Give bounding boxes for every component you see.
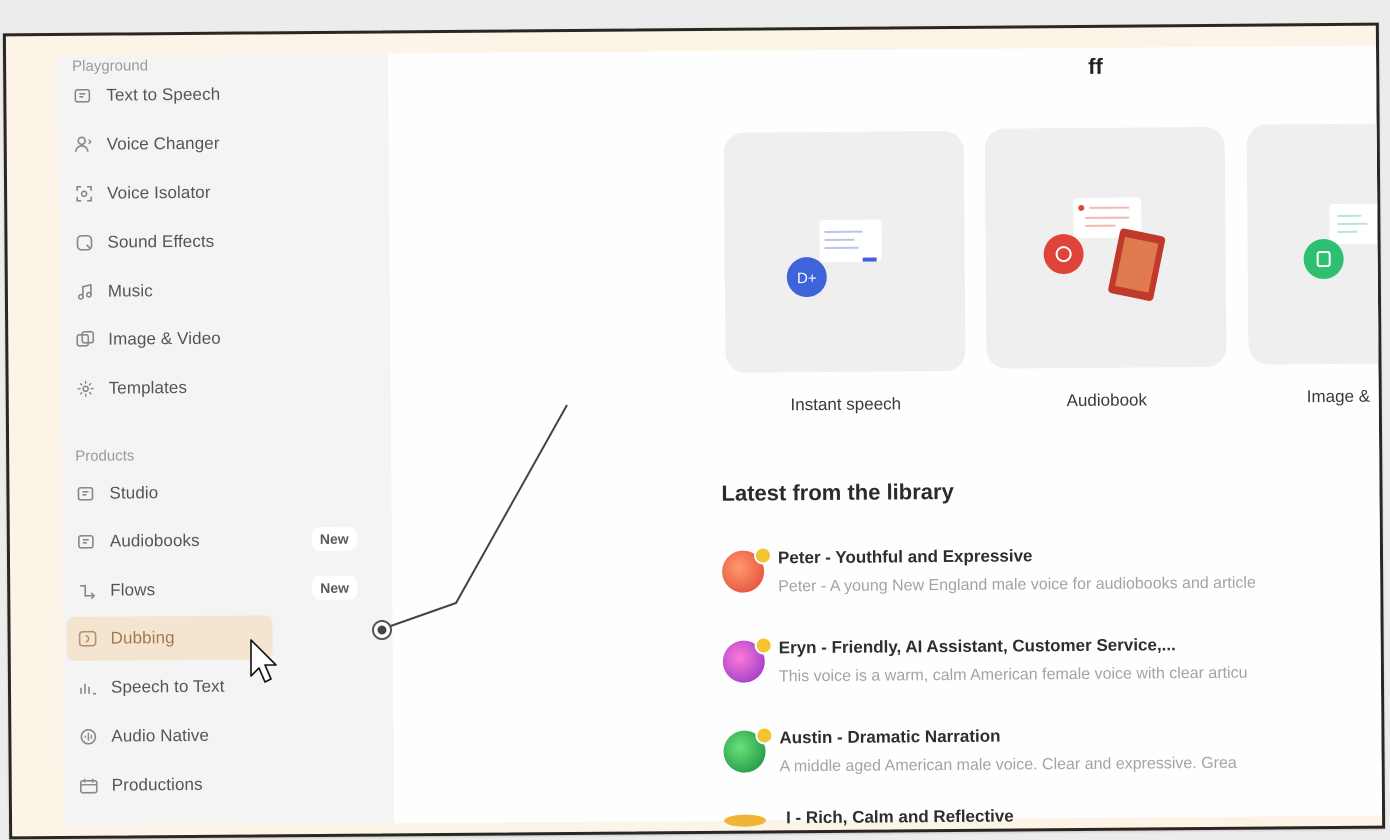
voice-avatar	[724, 814, 767, 827]
new-badge: New	[312, 575, 358, 601]
image-video-icon	[72, 329, 98, 351]
card-title: Image &	[1306, 386, 1371, 407]
text-to-speech-icon	[70, 85, 96, 107]
voice-name: Eryn - Friendly, AI Assistant, Customer …	[778, 635, 1176, 658]
sidebar-item-productions[interactable]: Productions	[74, 761, 384, 807]
image-illustration	[1303, 203, 1386, 280]
templates-icon	[73, 378, 99, 400]
sidebar-item-label: Image & Video	[108, 328, 221, 349]
sidebar-item-templates[interactable]: Templates	[70, 364, 380, 410]
audiobook-illustration	[1043, 197, 1166, 301]
sidebar-item-label: Sound Effects	[107, 231, 215, 252]
sidebar: Playground Text to Speech Voice Changer …	[58, 53, 395, 826]
voice-name: Austin - Dramatic Narration	[779, 726, 1001, 748]
library-title: Latest from the library	[721, 478, 954, 506]
sidebar-item-label: Dubbing	[110, 628, 175, 648]
voice-item[interactable]: Eryn - Friendly, AI Assistant, Customer …	[722, 635, 1383, 701]
sidebar-item-label: Flows	[110, 580, 156, 600]
sidebar-item-label: Productions	[111, 774, 203, 795]
audiobooks-icon	[74, 531, 100, 553]
sidebar-item-label: Speech to Text	[110, 676, 225, 697]
productions-icon	[76, 775, 102, 797]
sidebar-section-products: Products	[75, 447, 135, 465]
card-image[interactable]	[1246, 122, 1386, 365]
sound-effects-icon	[71, 232, 97, 254]
header-glyph: ff	[1088, 53, 1103, 79]
flows-icon	[74, 580, 100, 602]
verified-badge-icon	[753, 546, 773, 565]
verified-badge-icon	[754, 636, 773, 655]
instant-speech-illustration: D+	[786, 219, 882, 298]
sidebar-item-music[interactable]: Music	[70, 267, 380, 313]
sidebar-item-label: Audio Native	[111, 725, 210, 746]
verified-badge-icon	[755, 726, 774, 745]
sidebar-item-dubbing[interactable]: Dubbing	[66, 614, 382, 661]
studio-icon	[73, 483, 99, 505]
card-title: Instant speech	[790, 394, 902, 415]
sidebar-item-voice-isolator[interactable]: Voice Isolator	[69, 169, 379, 215]
sidebar-item-flows[interactable]: Flows New	[72, 566, 382, 612]
card-instant-speech[interactable]: D+	[723, 130, 966, 373]
voice-item[interactable]: I - Rich, Calm and Reflective	[724, 806, 1384, 840]
screenshot-frame: Playground Text to Speech Voice Changer …	[2, 22, 1386, 840]
sidebar-item-label: Text to Speech	[106, 84, 221, 105]
new-badge: New	[311, 526, 357, 552]
voice-description: A middle aged American male voice. Clear…	[779, 754, 1237, 776]
sidebar-item-label: Templates	[108, 377, 188, 398]
sidebar-item-image-video[interactable]: Image & Video	[70, 315, 380, 361]
sidebar-item-audio-native[interactable]: Audio Native	[73, 712, 383, 758]
sidebar-item-label: Voice Isolator	[107, 182, 211, 203]
voice-isolator-icon	[71, 183, 97, 205]
card-audiobook[interactable]	[984, 126, 1227, 369]
voice-description: This voice is a warm, calm American fema…	[778, 664, 1248, 686]
sidebar-item-label: Music	[107, 281, 153, 301]
speech-to-text-icon	[75, 677, 101, 699]
voice-item[interactable]: Austin - Dramatic Narration A middle age…	[723, 726, 1383, 791]
sidebar-item-sound-effects[interactable]: Sound Effects	[69, 218, 379, 264]
voice-description: Peter - A young New England male voice f…	[778, 574, 1256, 596]
sidebar-item-speech-to-text[interactable]: Speech to Text	[73, 663, 383, 709]
voice-item[interactable]: Peter - Youthful and Expressive Peter - …	[721, 546, 1382, 611]
sidebar-item-studio[interactable]: Studio	[71, 469, 381, 515]
sidebar-section-playground: Playground	[72, 57, 149, 75]
music-icon	[72, 281, 98, 303]
sidebar-item-label: Voice Changer	[106, 133, 220, 154]
main-content: ff D+ Instant speech Audiobook Image & L…	[388, 45, 1386, 827]
sidebar-item-label: Studio	[109, 483, 159, 503]
sidebar-item-text-to-speech[interactable]: Text to Speech	[68, 71, 378, 117]
card-title: Audiobook	[1066, 390, 1148, 411]
voice-name: I - Rich, Calm and Reflective	[785, 806, 1014, 828]
sidebar-item-voice-changer[interactable]: Voice Changer	[69, 120, 379, 166]
sidebar-item-audiobooks[interactable]: Audiobooks New	[72, 517, 382, 563]
voice-name: Peter - Youthful and Expressive	[777, 546, 1033, 568]
dubbing-icon	[75, 628, 101, 650]
sidebar-item-label: Audiobooks	[109, 530, 200, 551]
svg-text:D+: D+	[797, 270, 817, 287]
audio-native-icon	[75, 726, 101, 748]
voice-changer-icon	[71, 134, 97, 156]
